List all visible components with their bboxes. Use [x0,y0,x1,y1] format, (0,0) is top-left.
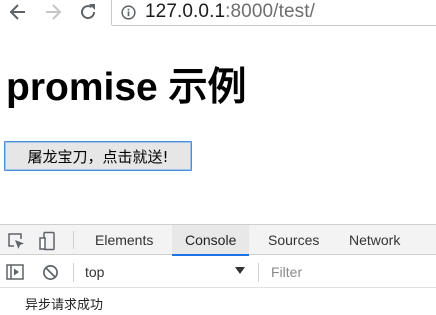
info-icon[interactable] [121,5,136,20]
tab-console[interactable]: Console [172,225,250,256]
clear-console-icon[interactable] [42,264,59,281]
console-filter-input[interactable] [265,261,436,283]
url-path: :8000/test/ [225,1,315,22]
back-button[interactable] [6,0,30,24]
arrow-left-icon [9,4,25,20]
browser-toolbar: 127.0.0.1:8000/test/ [0,0,436,27]
console-toolbar: top [0,256,436,288]
console-output: 异步请求成功 [0,289,436,315]
toolbar-divider [73,231,74,249]
page-title: promise 示例 [6,66,247,109]
arrow-right-icon [46,4,62,20]
reload-icon [81,4,96,20]
device-toolbar-icon[interactable] [38,231,58,251]
url-host: 127.0.0.1 [145,1,226,22]
console-message: 异步请求成功 [25,298,104,313]
address-bar[interactable]: 127.0.0.1:8000/test/ [111,0,436,26]
forward-button[interactable] [41,0,65,24]
console-sidebar-toggle-icon[interactable] [6,264,24,280]
devtools-tab-bar: Elements Console Sources Network [0,224,436,256]
inspect-element-icon[interactable] [6,231,26,251]
toolbar-divider [258,263,259,282]
tab-console-label: Console [185,232,237,248]
giveaway-button[interactable]: 屠龙宝刀，点击就送! [4,141,192,171]
dropdown-arrow-icon [235,267,245,274]
context-selector[interactable]: top [80,261,252,283]
reload-button[interactable] [76,0,100,24]
tab-elements[interactable]: Elements [82,225,166,255]
tab-network[interactable]: Network [336,225,413,255]
url-text: 127.0.0.1:8000/test/ [145,1,315,23]
toolbar-divider [73,263,74,282]
context-label: top [85,264,105,280]
tab-sources[interactable]: Sources [255,225,332,255]
